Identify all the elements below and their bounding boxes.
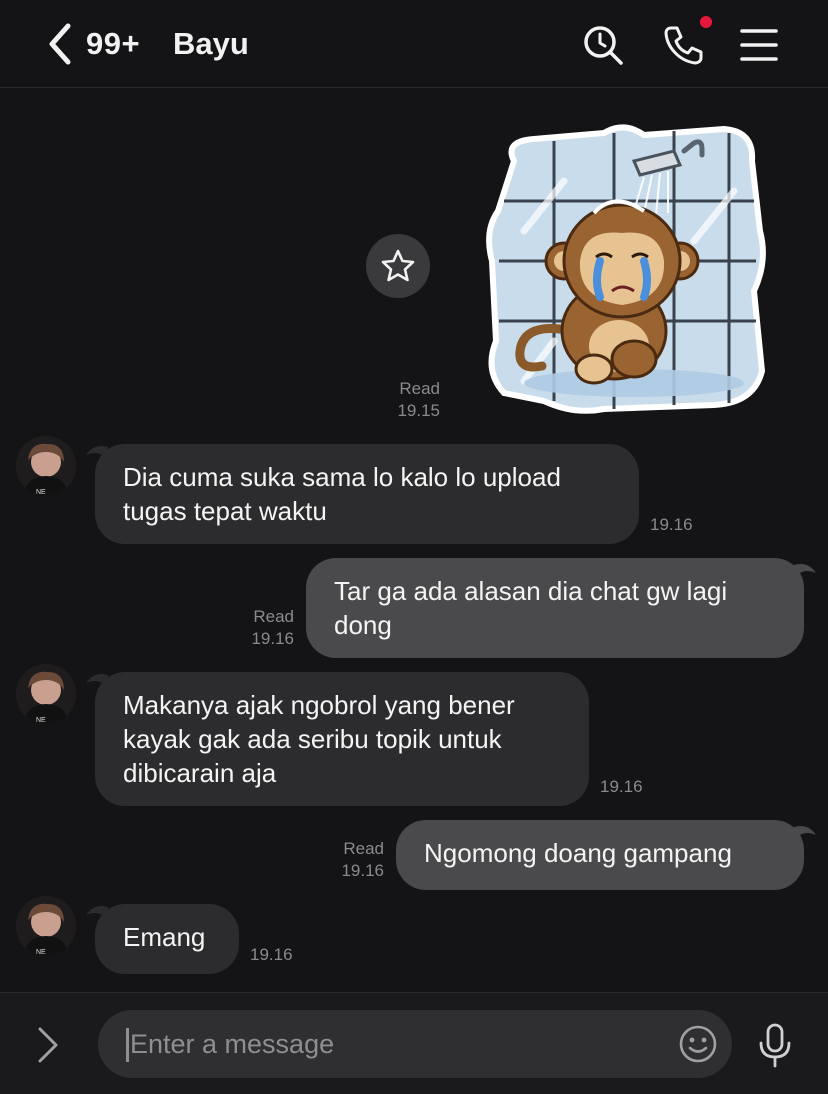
voice-button[interactable]	[756, 1023, 794, 1069]
message-bubble[interactable]: Makanya ajak ngobrol yang bener kayak ga…	[95, 672, 589, 806]
sticker-image[interactable]	[484, 121, 768, 417]
message-input-placeholder: Enter a message	[130, 1029, 335, 1059]
call-button[interactable]	[662, 24, 704, 66]
microphone-icon	[759, 1023, 791, 1068]
avatar[interactable]: NE	[16, 664, 76, 724]
search-button[interactable]	[582, 24, 624, 66]
bubble-tail	[794, 564, 816, 579]
message-bubble[interactable]: Emang	[95, 904, 239, 974]
message-input[interactable]: Enter a message	[98, 1010, 732, 1078]
notification-dot	[700, 16, 712, 28]
message-time: 19.16	[251, 629, 294, 648]
text-caret	[126, 1028, 129, 1062]
emoji-button[interactable]	[678, 1024, 718, 1064]
message-text-line: dibicarain aja	[123, 758, 277, 788]
avatar-image: NE	[16, 664, 76, 724]
crying-monkey-shower-sticker	[486, 124, 766, 414]
message-bubble[interactable]: Ngomong doang gampang	[396, 820, 804, 890]
read-status: Read	[399, 379, 440, 398]
message-composer: Enter a message	[0, 992, 828, 1094]
read-status: Read	[253, 607, 294, 626]
star-icon	[381, 249, 415, 282]
phone-icon	[664, 26, 703, 65]
chat-header: 99+ Bayu	[0, 0, 828, 88]
menu-button[interactable]	[738, 24, 780, 66]
message-meta: Read 19.16	[228, 606, 294, 650]
svg-text:NE: NE	[36, 717, 46, 724]
emoji-icon	[679, 1025, 717, 1063]
svg-text:NE: NE	[36, 949, 46, 956]
svg-text:NE: NE	[36, 489, 46, 496]
chat-area[interactable]: Read 19.15 NE Dia cuma suka sama lo kalo…	[0, 89, 828, 992]
message-text-line: kayak gak ada seribu topik untuk	[123, 724, 502, 754]
message-text-line: Dia cuma suka sama lo kalo lo upload	[123, 462, 561, 492]
message-text-line: Emang	[123, 922, 206, 952]
message-bubble[interactable]: Dia cuma suka sama lo kalo lo upload tug…	[95, 444, 639, 544]
back-button[interactable]	[44, 22, 78, 66]
message-time: 19.16	[250, 945, 293, 964]
contact-name[interactable]: Bayu	[173, 26, 249, 62]
avatar-image: NE	[16, 896, 76, 956]
expand-button[interactable]	[34, 1025, 62, 1065]
menu-icon	[740, 29, 778, 61]
avatar-image: NE	[16, 436, 76, 496]
message-text-line: Tar ga ada alasan dia chat gw lagi	[334, 576, 728, 606]
message-text-line: Ngomong doang gampang	[424, 838, 732, 868]
message-time: 19.15	[397, 401, 440, 420]
message-text-line: Makanya ajak ngobrol yang bener	[123, 690, 515, 720]
message-time: 19.16	[600, 777, 643, 796]
avatar[interactable]: NE	[16, 436, 76, 496]
read-status: Read	[343, 839, 384, 858]
message-time: 19.16	[341, 861, 384, 880]
unread-count[interactable]: 99+	[86, 26, 140, 62]
message-meta: Read 19.16	[318, 838, 384, 882]
chevron-right-icon	[38, 1027, 58, 1063]
avatar[interactable]: NE	[16, 896, 76, 956]
message-text-line: tugas tepat waktu	[123, 496, 327, 526]
chevron-left-icon	[49, 23, 71, 65]
bubble-tail	[794, 826, 816, 841]
message-bubble[interactable]: Tar ga ada alasan dia chat gw lagi dong	[306, 558, 804, 658]
search-icon	[584, 26, 623, 65]
message-text-line: dong	[334, 610, 392, 640]
message-meta: Read 19.15	[372, 378, 440, 422]
message-time: 19.16	[650, 515, 693, 534]
favorite-sticker-button[interactable]	[366, 234, 430, 298]
